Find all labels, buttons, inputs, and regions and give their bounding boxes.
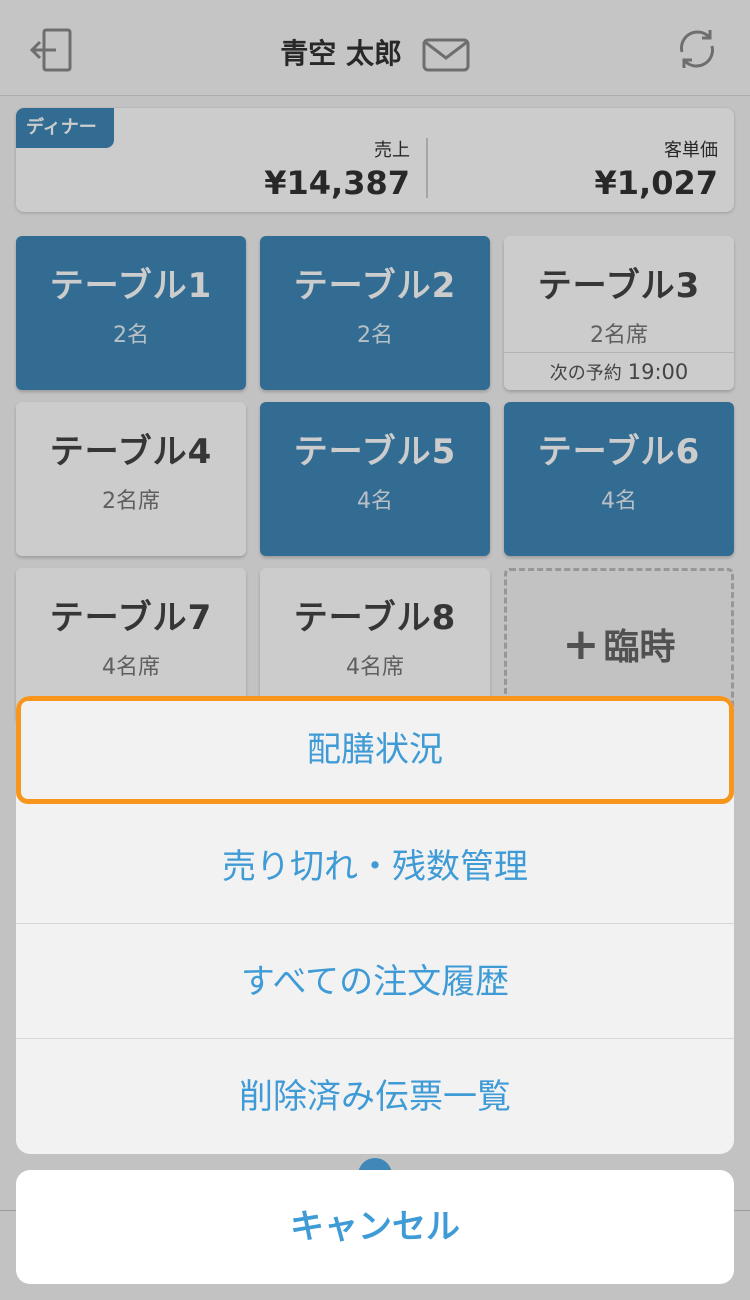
action-deleted-slips[interactable]: 削除済み伝票一覧 (16, 1040, 734, 1154)
action-sheet: 配膳状況 売り切れ・残数管理 すべての注文履歴 削除済み伝票一覧 (16, 696, 734, 1154)
action-sold-out-management[interactable]: 売り切れ・残数管理 (16, 810, 734, 924)
action-all-order-history[interactable]: すべての注文履歴 (16, 925, 734, 1039)
action-serving-status[interactable]: 配膳状況 (16, 696, 734, 804)
cancel-button[interactable]: キャンセル (16, 1170, 734, 1284)
